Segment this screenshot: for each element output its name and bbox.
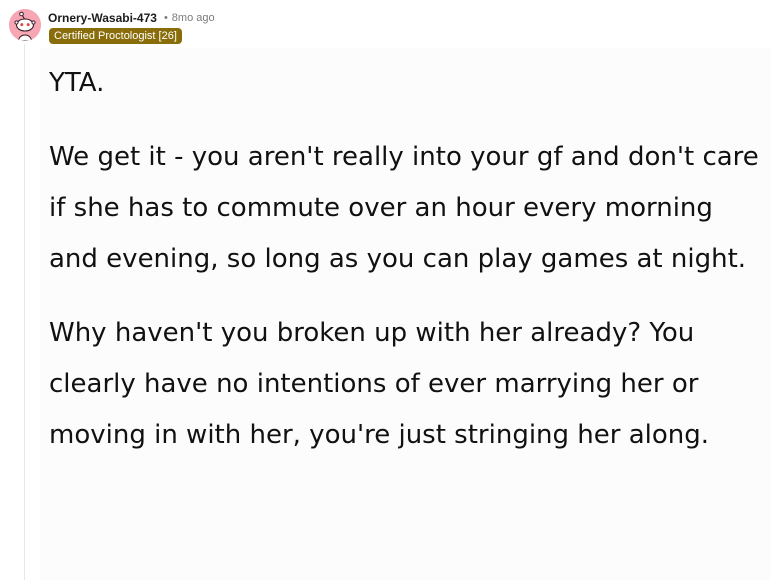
comment-text: YTA. We get it - you aren't really into … xyxy=(49,58,765,484)
avatar[interactable] xyxy=(9,9,41,41)
comment-paragraph: YTA. xyxy=(49,68,105,98)
comment-header: Ornery-Wasabi-473 • 8mo ago xyxy=(48,9,215,27)
user-flair-badge: Certified Proctologist [26] xyxy=(49,28,182,44)
thread-line[interactable] xyxy=(24,44,25,580)
meta-separator: • xyxy=(163,12,168,24)
snoo-avatar-icon xyxy=(9,9,41,41)
timestamp-link[interactable]: 8mo ago xyxy=(172,12,215,24)
comment-paragraph: Why haven't you broken up with her alrea… xyxy=(49,318,710,450)
comment-paragraph: We get it - you aren't really into your … xyxy=(49,142,759,274)
username-link[interactable]: Ornery-Wasabi-473 xyxy=(48,11,157,25)
